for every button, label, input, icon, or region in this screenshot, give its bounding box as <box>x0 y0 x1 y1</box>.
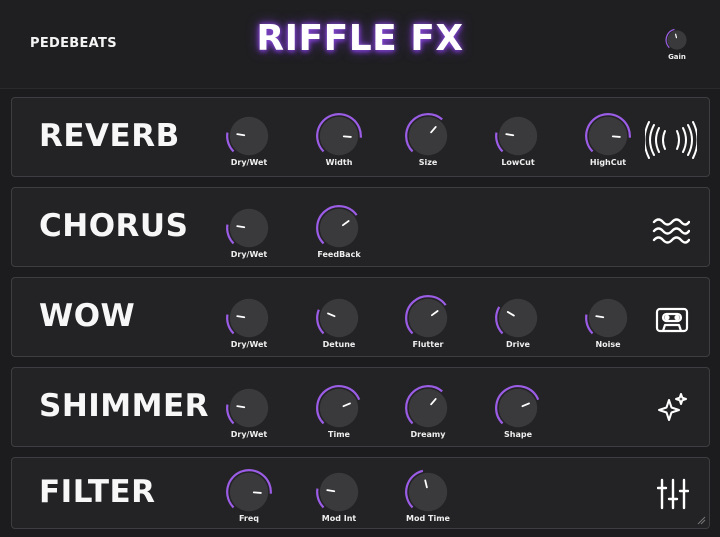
sparkle-icon <box>657 392 689 428</box>
knob-label: Freq <box>238 514 260 523</box>
knob-shimmer-time[interactable]: Time <box>309 384 369 439</box>
knob-label: Dreamy <box>410 430 446 439</box>
knob-reverb-size[interactable]: Size <box>398 112 458 167</box>
panel-filter: FILTER Freq Mod Int Mod Time <box>11 457 710 529</box>
panel-title-filter: FILTER <box>39 474 156 510</box>
cassette-icon <box>655 307 689 337</box>
knob-wow-flutter[interactable]: Flutter <box>398 294 458 349</box>
knob-filter-freq[interactable]: Freq <box>219 468 279 523</box>
gain-control[interactable]: Gain <box>664 28 690 61</box>
knob-wow-detune[interactable]: Detune <box>309 294 369 349</box>
gain-label: Gain <box>668 53 686 61</box>
knob-label: Size <box>418 158 438 167</box>
resize-handle-icon[interactable] <box>696 515 706 525</box>
panel-chorus: CHORUS Dry/Wet FeedBack <box>11 187 710 267</box>
knob-label: Width <box>325 158 353 167</box>
knob-label: Dry/Wet <box>230 250 268 259</box>
knob-label: Flutter <box>412 340 444 349</box>
panel-wow: WOW Dry/Wet Detune Flutter Drive Noise <box>11 277 710 357</box>
knob-shimmer-dreamy[interactable]: Dreamy <box>398 384 458 439</box>
knob-reverb-dry-wet[interactable]: Dry/Wet <box>219 112 279 167</box>
panel-shimmer: SHIMMER Dry/Wet Time Dreamy Shape <box>11 367 710 447</box>
knob-label: Noise <box>595 340 621 349</box>
knob-reverb-highcut[interactable]: HighCut <box>578 112 638 167</box>
knob-chorus-dry-wet[interactable]: Dry/Wet <box>219 204 279 259</box>
knob-label: LowCut <box>501 158 535 167</box>
panel-title-reverb: REVERB <box>39 118 180 154</box>
gain-knob[interactable] <box>665 28 689 52</box>
sliders-icon <box>656 478 690 514</box>
panel-title-wow: WOW <box>39 298 136 334</box>
knob-reverb-width[interactable]: Width <box>309 112 369 167</box>
knob-label: Drive <box>506 340 530 349</box>
knob-label: Mod Int <box>321 514 357 523</box>
knob-label: Mod Time <box>406 514 450 523</box>
knob-label: Shape <box>503 430 532 439</box>
knob-label: Dry/Wet <box>230 158 268 167</box>
knob-label: HighCut <box>589 158 627 167</box>
knob-shimmer-dry-wet[interactable]: Dry/Wet <box>219 384 279 439</box>
knob-label: FeedBack <box>317 250 361 259</box>
water-waves-icon <box>652 216 691 250</box>
knob-wow-drive[interactable]: Drive <box>488 294 548 349</box>
knob-filter-mod-time[interactable]: Mod Time <box>398 468 458 523</box>
knob-label: Detune <box>322 340 356 349</box>
knob-label: Dry/Wet <box>230 340 268 349</box>
knob-label: Dry/Wet <box>230 430 268 439</box>
knob-label: Time <box>328 430 350 439</box>
panel-title-chorus: CHORUS <box>39 208 189 244</box>
reverb-waves-icon <box>643 120 699 164</box>
knob-wow-noise[interactable]: Noise <box>578 294 638 349</box>
knob-filter-mod-int[interactable]: Mod Int <box>309 468 369 523</box>
knob-reverb-lowcut[interactable]: LowCut <box>488 112 548 167</box>
panel-title-shimmer: SHIMMER <box>39 388 210 424</box>
knob-chorus-feedback[interactable]: FeedBack <box>309 204 369 259</box>
panel-reverb: REVERB Dry/Wet Width Size LowCut HighCut <box>11 97 710 177</box>
plugin-title: RIFFLE FX <box>256 18 464 59</box>
header: PEDEBEATS RIFFLE FX Gain <box>0 0 720 89</box>
knob-wow-dry-wet[interactable]: Dry/Wet <box>219 294 279 349</box>
knob-shimmer-shape[interactable]: Shape <box>488 384 548 439</box>
